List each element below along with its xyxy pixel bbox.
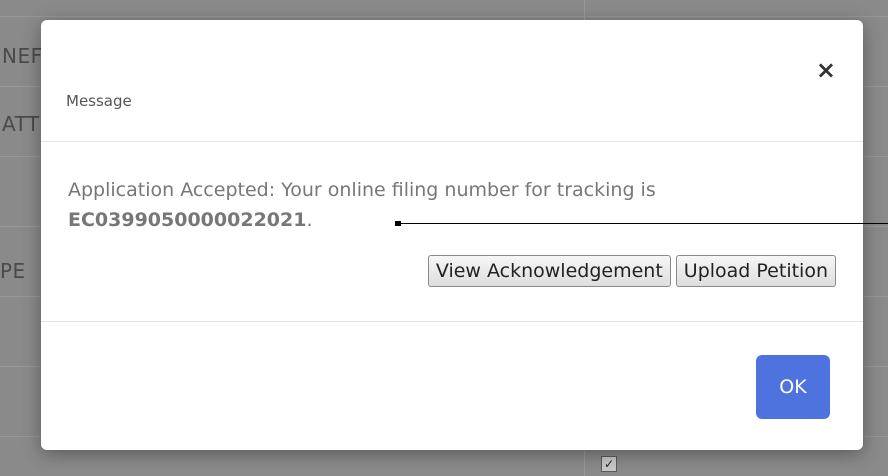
- annotation-pointer-line: [397, 223, 888, 224]
- message-period: .: [306, 209, 313, 231]
- filing-number: EC0399050000022021: [68, 209, 307, 231]
- dialog-title: Message: [66, 92, 132, 110]
- close-icon[interactable]: ×: [816, 58, 836, 82]
- background-label: NEF: [2, 44, 43, 68]
- ok-button[interactable]: OK: [756, 355, 830, 419]
- message-text: Application Accepted: Your online filing…: [68, 179, 656, 201]
- upload-petition-button[interactable]: Upload Petition: [675, 255, 836, 287]
- message-dialog: Message × Application Accepted: Your onl…: [41, 20, 863, 450]
- table-row-divider: [0, 16, 888, 17]
- action-buttons: View Acknowledgement Upload Petition: [427, 255, 836, 287]
- dialog-body: Application Accepted: Your online filing…: [41, 142, 863, 322]
- background-checkbox[interactable]: ✓: [601, 456, 617, 472]
- dialog-header: Message ×: [41, 20, 863, 142]
- view-acknowledgement-button[interactable]: View Acknowledgement: [427, 255, 671, 287]
- background-label: PE: [0, 259, 26, 283]
- status-message: Application Accepted: Your online filing…: [68, 175, 838, 235]
- background-label: ATT: [2, 112, 40, 136]
- annotation-pointer-dot: [395, 221, 401, 226]
